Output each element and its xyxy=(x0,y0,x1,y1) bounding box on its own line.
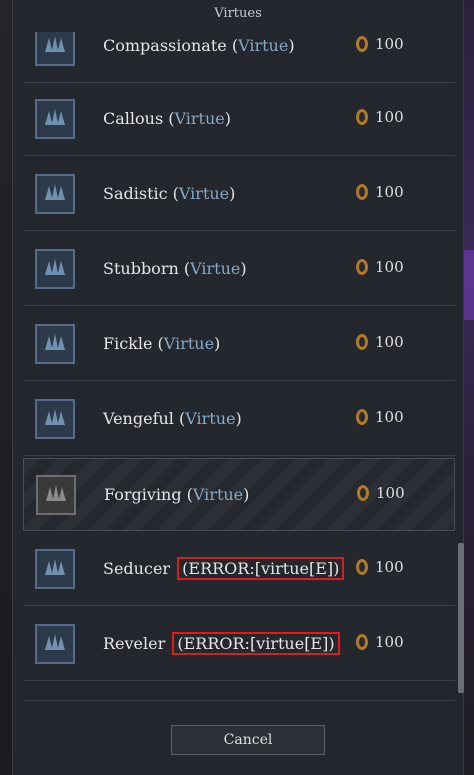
dialog-divider xyxy=(23,700,455,701)
coin-icon xyxy=(355,333,369,351)
coin-icon xyxy=(355,633,369,651)
error-tag: (ERROR:[virtue[E]) xyxy=(177,557,345,580)
virtue-tag: Virtue xyxy=(178,184,230,203)
virtue-tag: Virtue xyxy=(185,409,236,428)
cost: 100 xyxy=(355,558,425,576)
hands-icon xyxy=(35,624,75,664)
coin-icon xyxy=(355,108,369,126)
coin-icon xyxy=(355,408,369,426)
virtue-row-stubborn[interactable]: Stubborn (Virtue) 100 xyxy=(23,233,455,306)
virtue-tag: Virtue xyxy=(238,36,289,55)
virtue-name: Sadistic xyxy=(103,184,168,203)
virtue-row-sadistic[interactable]: Sadistic (Virtue) 100 xyxy=(23,158,455,231)
virtue-row-fickle[interactable]: Fickle (Virtue) 100 xyxy=(23,308,455,381)
virtue-row-compassionate[interactable]: Compassionate (Virtue) 100 xyxy=(23,32,455,83)
cost: 100 xyxy=(355,108,425,126)
cost-value: 100 xyxy=(375,183,404,201)
hands-icon xyxy=(35,99,75,139)
virtue-tag: Virtue xyxy=(174,109,225,128)
cost-value: 100 xyxy=(376,484,405,502)
coin-icon xyxy=(355,558,369,576)
hands-icon xyxy=(35,32,75,66)
list-scrollbar[interactable] xyxy=(458,543,464,693)
dialog-title: Virtues xyxy=(214,6,262,21)
cost-value: 100 xyxy=(375,558,404,576)
error-tag: (ERROR:[virtue[E]) xyxy=(172,632,340,655)
virtue-name: Forgiving xyxy=(104,485,182,504)
cost-value: 100 xyxy=(375,333,404,351)
cost: 100 xyxy=(355,333,425,351)
cost: 100 xyxy=(355,35,425,53)
hands-icon xyxy=(35,324,75,364)
cost-value: 100 xyxy=(375,633,404,651)
cost-value: 100 xyxy=(375,108,404,126)
cost-value: 100 xyxy=(375,258,404,276)
virtue-tag: Virtue xyxy=(163,334,215,353)
hands-icon xyxy=(36,475,76,515)
virtue-row-reveler[interactable]: Reveler (ERROR:[virtue[E]) 100 xyxy=(23,608,455,681)
coin-icon xyxy=(356,484,370,502)
virtue-row-forgiving[interactable]: Forgiving (Virtue) 100 xyxy=(23,458,455,531)
virtue-name: Stubborn xyxy=(103,259,179,278)
hands-icon xyxy=(35,549,75,589)
cost: 100 xyxy=(355,258,425,276)
cost: 100 xyxy=(355,633,425,651)
coin-icon xyxy=(355,183,369,201)
virtue-tag: Virtue xyxy=(190,259,241,278)
cost: 100 xyxy=(355,183,425,201)
hands-icon xyxy=(35,399,75,439)
virtue-name: Callous xyxy=(103,109,164,128)
virtue-name: Fickle xyxy=(103,334,153,353)
cost: 100 xyxy=(355,408,425,426)
error-tag-text: ERROR:[virtue[E] xyxy=(183,634,329,653)
coin-icon xyxy=(355,35,369,53)
cost: 100 xyxy=(356,484,426,502)
coin-icon xyxy=(355,258,369,276)
virtue-name: Vengeful xyxy=(103,409,174,428)
error-tag-text: ERROR:[virtue[E] xyxy=(188,559,334,578)
virtue-tag: Virtue xyxy=(192,485,244,504)
cost-value: 100 xyxy=(375,408,404,426)
hands-icon xyxy=(35,174,75,214)
virtue-row-callous[interactable]: Callous (Virtue) 100 xyxy=(23,83,455,156)
virtues-dialog: Virtues Compassionate (Virtue) 100 Callo… xyxy=(12,0,464,775)
virtue-name: Compassionate xyxy=(103,36,227,55)
virtue-name: Seducer xyxy=(103,559,171,578)
background-accent xyxy=(464,250,474,320)
hands-icon xyxy=(35,249,75,289)
cost-value: 100 xyxy=(375,35,404,53)
virtue-row-vengeful[interactable]: Vengeful (Virtue) 100 xyxy=(23,383,455,456)
virtue-row-seducer[interactable]: Seducer (ERROR:[virtue[E]) 100 xyxy=(23,533,455,606)
virtue-name: Reveler xyxy=(103,634,166,653)
cancel-button[interactable]: Cancel xyxy=(171,725,325,755)
virtue-list: Compassionate (Virtue) 100 Callous (Virt… xyxy=(23,32,455,696)
